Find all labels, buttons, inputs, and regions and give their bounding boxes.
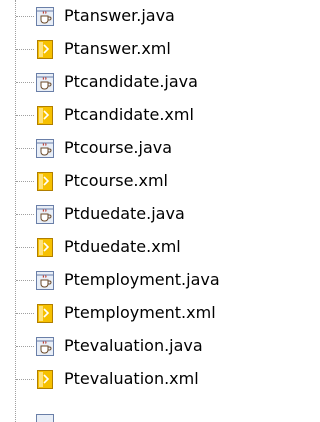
- tree-item-java-file[interactable]: Ptanswer.java: [0, 0, 271, 33]
- tree-branch-line: [16, 247, 34, 248]
- tree-item-java-file[interactable]: Ptduedate.java: [0, 198, 271, 231]
- tree-item-xml-file[interactable]: Ptcourse.xml: [0, 165, 271, 198]
- tree-item-xml-file[interactable]: Ptduedate.xml: [0, 231, 271, 264]
- tree-item-java-file[interactable]: Ptcandidate.java: [0, 66, 271, 99]
- tree-item-label: Ptcourse.java: [64, 138, 173, 157]
- tree-item-xml-file[interactable]: Ptemployment.xml: [0, 297, 271, 330]
- tree-item-label: Ptemployment.xml: [64, 303, 216, 322]
- tree-item-xml-file[interactable]: Ptevaluation.xml: [0, 363, 271, 396]
- tree-item-label: Ptcandidate.java: [64, 72, 198, 91]
- xml-file-icon: [35, 303, 55, 324]
- java-file-icon: [35, 204, 55, 225]
- java-file-icon: [35, 413, 55, 422]
- tree-item-label: Ptcourse.xml: [64, 171, 168, 190]
- tree-item-label: Ptduedate.java: [64, 204, 185, 223]
- java-file-icon: [35, 270, 55, 291]
- tree-branch-line: [16, 181, 34, 182]
- tree-branch-line: [16, 49, 34, 50]
- tree-branch-line: [16, 214, 34, 215]
- tree-item-label: Ptcandidate.xml: [64, 105, 194, 124]
- tree-item-label: Ptanswer.java: [64, 6, 175, 25]
- tree-branch-line: [16, 148, 34, 149]
- tree-item-partial[interactable]: [0, 412, 271, 422]
- tree-branch-line: [16, 346, 34, 347]
- xml-file-icon: [35, 105, 55, 126]
- tree-item-java-file[interactable]: Ptevaluation.java: [0, 330, 271, 363]
- tree-item-xml-file[interactable]: Ptcandidate.xml: [0, 99, 271, 132]
- tree-branch-line: [16, 379, 34, 380]
- tree-item-label: Ptevaluation.xml: [64, 369, 199, 388]
- tree-branch-line: [16, 313, 34, 314]
- xml-file-icon: [35, 171, 55, 192]
- xml-file-icon: [35, 237, 55, 258]
- java-file-icon: [35, 72, 55, 93]
- java-file-icon: [35, 138, 55, 159]
- tree-item-java-file[interactable]: Ptcourse.java: [0, 132, 271, 165]
- tree-item-label: Ptevaluation.java: [64, 336, 203, 355]
- tree-item-java-file[interactable]: Ptemployment.java: [0, 264, 271, 297]
- tree-item-label: Ptanswer.xml: [64, 39, 171, 58]
- xml-file-icon: [35, 39, 55, 60]
- tree-branch-line: [16, 115, 34, 116]
- tree-branch-line: [16, 280, 34, 281]
- file-tree: Ptanswer.java Ptanswer.xml Ptcandidate.jav…: [0, 0, 271, 422]
- tree-item-label: Ptemployment.java: [64, 270, 220, 289]
- java-file-icon: [35, 6, 55, 27]
- tree-branch-line: [16, 16, 34, 17]
- tree-branch-line: [16, 82, 34, 83]
- xml-file-icon: [35, 369, 55, 390]
- tree-item-label: Ptduedate.xml: [64, 237, 181, 256]
- java-file-icon: [35, 336, 55, 357]
- tree-item-xml-file[interactable]: Ptanswer.xml: [0, 33, 271, 66]
